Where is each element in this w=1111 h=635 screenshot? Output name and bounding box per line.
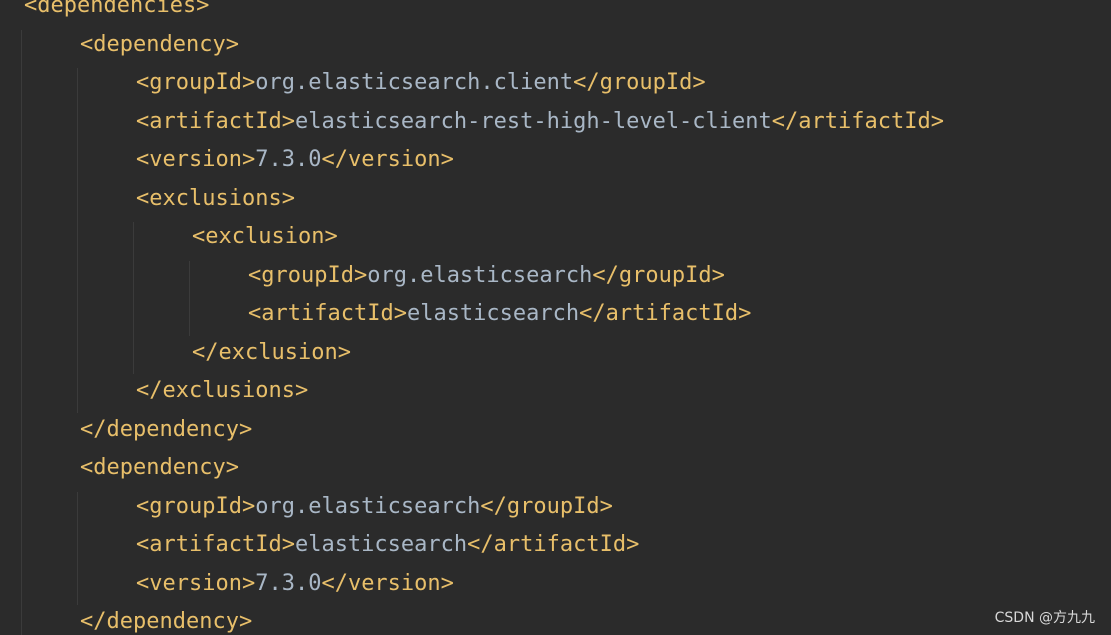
xml-value: 7.3.0: [255, 147, 322, 172]
xml-closing-tag: </artifactId>: [771, 108, 944, 134]
code-line[interactable]: <exclusions>: [136, 180, 295, 218]
xml-closing-tag: </artifactId>: [579, 301, 752, 326]
xml-tag: <version>: [136, 147, 256, 172]
xml-tag: <dependency>: [80, 31, 239, 57]
code-line[interactable]: <exclusion>: [192, 218, 338, 256]
xml-closing-tag: </groupId>: [480, 493, 613, 519]
xml-tag: </exclusions>: [136, 378, 309, 403]
xml-value: org.elasticsearch: [255, 493, 481, 519]
code-line[interactable]: <groupId>org.elasticsearch</groupId>: [248, 257, 725, 295]
indent-guide: [133, 222, 134, 374]
code-line[interactable]: <dependencies>: [24, 0, 209, 25]
code-line[interactable]: <artifactId>elasticsearch</artifactId>: [248, 295, 751, 333]
xml-closing-tag: </version>: [321, 570, 454, 596]
xml-value: elasticsearch: [406, 301, 580, 326]
xml-tag: <artifactId>: [136, 108, 295, 134]
code-editor[interactable]: <dependencies> <dependency> <groupId>org.e…: [0, 0, 1111, 635]
xml-tag: <dependencies>: [24, 0, 210, 18]
code-line[interactable]: </exclusion>: [192, 334, 351, 372]
xml-tag: <exclusion>: [192, 224, 338, 249]
xml-closing-tag: </groupId>: [592, 262, 725, 288]
watermark: CSDN @方九九: [994, 610, 1095, 626]
code-line[interactable]: </dependency>: [80, 603, 252, 635]
xml-closing-tag: </artifactId>: [467, 532, 640, 557]
code-line[interactable]: <version>7.3.0</version>: [136, 565, 454, 603]
xml-tag: <dependency>: [80, 455, 239, 480]
indent-guide: [77, 68, 78, 413]
xml-closing-tag: </groupId>: [573, 70, 706, 95]
xml-tag: </exclusion>: [192, 339, 351, 365]
code-line[interactable]: <artifactId>elasticsearch</artifactId>: [136, 526, 639, 564]
xml-tag: <exclusions>: [136, 185, 295, 211]
xml-tag: <artifactId>: [248, 301, 407, 326]
xml-closing-tag: </version>: [321, 147, 454, 172]
xml-value: 7.3.0: [255, 570, 322, 596]
xml-tag: <version>: [136, 570, 256, 596]
code-line[interactable]: <dependency>: [80, 449, 239, 487]
code-line[interactable]: <dependency>: [80, 26, 239, 64]
indent-guide: [189, 260, 190, 336]
code-line[interactable]: <groupId>org.elasticsearch.client</group…: [136, 64, 706, 102]
xml-value: org.elasticsearch: [367, 262, 593, 288]
xml-value: elasticsearch: [294, 532, 468, 557]
xml-tag: <groupId>: [136, 493, 256, 519]
xml-tag: <groupId>: [136, 70, 256, 95]
xml-tag: </dependency>: [80, 416, 253, 442]
xml-value: org.elasticsearch.client: [255, 70, 574, 95]
xml-tag: </dependency>: [80, 609, 253, 634]
code-line[interactable]: </exclusions>: [136, 372, 308, 410]
code-line[interactable]: <version>7.3.0</version>: [136, 141, 454, 179]
code-line[interactable]: <groupId>org.elasticsearch</groupId>: [136, 488, 613, 526]
indent-guide: [21, 29, 22, 635]
code-line[interactable]: </dependency>: [80, 411, 252, 449]
code-line[interactable]: <artifactId>elasticsearch-rest-high-leve…: [136, 103, 944, 141]
indent-guide: [77, 491, 78, 605]
xml-tag: <groupId>: [248, 262, 368, 288]
xml-value: elasticsearch-rest-high-level-client: [294, 108, 772, 134]
xml-tag: <artifactId>: [136, 532, 295, 557]
